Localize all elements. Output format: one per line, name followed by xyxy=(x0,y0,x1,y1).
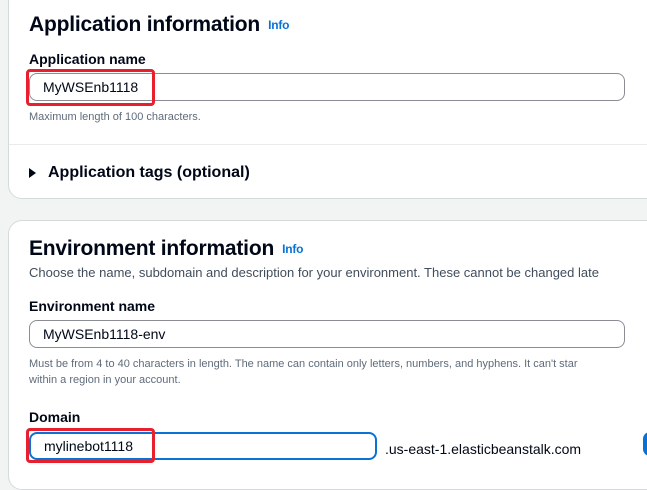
domain-value: mylinebot1118 xyxy=(44,438,133,454)
application-name-value: MyWSEnb1118 xyxy=(43,79,139,95)
domain-label: Domain xyxy=(29,409,81,425)
application-information-title: Application information xyxy=(29,13,261,36)
application-tags-expander[interactable]: Application tags (optional) xyxy=(29,164,250,182)
caret-right-icon xyxy=(29,168,36,178)
environment-information-panel: Environment information Info Choose the n… xyxy=(8,220,647,490)
environment-information-title: Environment information xyxy=(29,237,275,260)
env-info-link[interactable]: Info xyxy=(282,242,303,256)
application-name-label: Application name xyxy=(29,51,146,67)
environment-name-hint-line2: within a region in your account. xyxy=(29,374,181,386)
environment-information-heading: Environment information Info xyxy=(29,237,303,261)
section-divider xyxy=(9,144,647,145)
environment-name-label: Environment name xyxy=(29,298,156,314)
environment-name-input[interactable]: MyWSEnb1118-env xyxy=(29,320,625,348)
application-name-hint: Maximum length of 100 characters. xyxy=(29,111,201,123)
environment-information-description: Choose the name, subdomain and descripti… xyxy=(29,265,599,280)
domain-input[interactable]: mylinebot1118 xyxy=(29,432,377,460)
app-info-link[interactable]: Info xyxy=(268,18,289,32)
help-panel-icon[interactable] xyxy=(643,432,647,456)
environment-name-hint-line1: Must be from 4 to 40 characters in lengt… xyxy=(29,358,578,370)
application-information-heading: Application information Info xyxy=(29,13,289,37)
application-information-panel: Application information Info Application … xyxy=(8,0,647,199)
environment-name-value: MyWSEnb1118-env xyxy=(43,326,166,342)
application-name-input[interactable]: MyWSEnb1118 xyxy=(29,73,625,101)
application-tags-label: Application tags (optional) xyxy=(48,164,250,181)
domain-suffix: .us-east-1.elasticbeanstalk.com xyxy=(385,441,582,457)
